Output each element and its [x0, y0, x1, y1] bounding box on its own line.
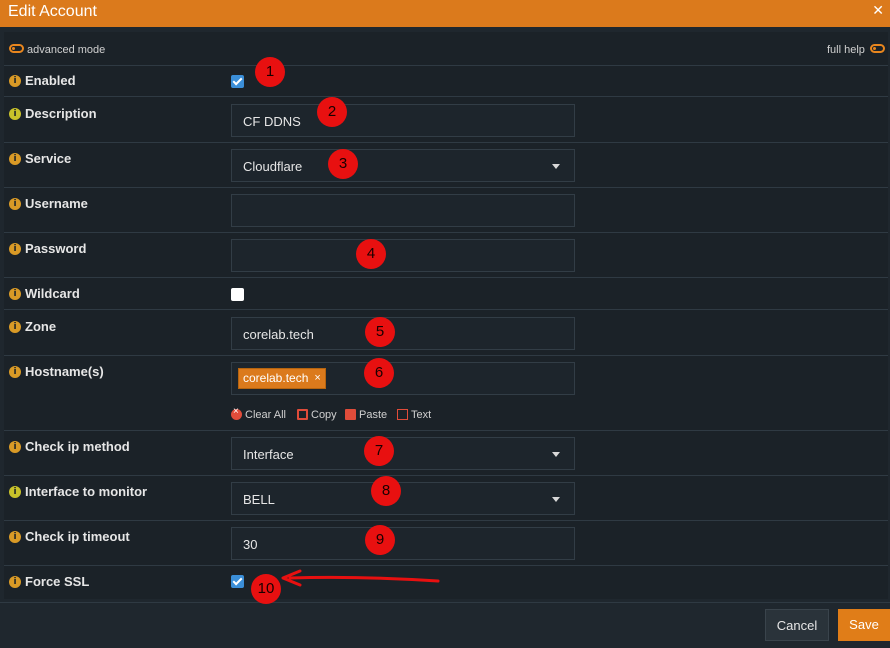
- clear-icon: [231, 406, 242, 420]
- description-label: Description: [25, 106, 97, 121]
- check-ip-method-value: Interface: [243, 447, 294, 462]
- info-icon[interactable]: i: [9, 75, 21, 87]
- info-icon[interactable]: i: [9, 243, 21, 255]
- wildcard-label: Wildcard: [25, 286, 80, 301]
- dialog-title: Edit Account: [8, 3, 97, 20]
- paste-icon: [345, 409, 356, 420]
- advanced-mode-label[interactable]: advanced mode: [27, 44, 105, 56]
- interface-select[interactable]: BELL: [231, 482, 575, 515]
- info-icon[interactable]: i: [9, 441, 21, 453]
- copy-label: Copy: [311, 409, 337, 421]
- remove-tag-icon[interactable]: ×: [314, 369, 320, 388]
- caret-down-icon: [552, 497, 560, 502]
- close-icon[interactable]: ✕: [872, 2, 884, 19]
- caret-down-icon: [552, 452, 560, 457]
- info-icon[interactable]: i: [9, 288, 21, 300]
- dialog-titlebar: Edit Account ✕: [0, 0, 890, 27]
- row-divider: [4, 142, 888, 143]
- info-icon[interactable]: i: [9, 486, 21, 498]
- clear-all-button[interactable]: Clear All: [231, 406, 286, 421]
- info-icon[interactable]: i: [9, 108, 21, 120]
- zone-value: corelab.tech: [243, 327, 314, 342]
- advanced-mode-toggle-icon[interactable]: [9, 44, 24, 53]
- check-ip-method-select[interactable]: Interface: [231, 437, 575, 470]
- force-ssl-checkbox[interactable]: [231, 575, 244, 588]
- annotation-marker: 2: [317, 97, 347, 127]
- service-value: Cloudflare: [243, 159, 303, 174]
- save-button[interactable]: Save: [838, 609, 890, 641]
- full-help-label[interactable]: full help: [827, 44, 865, 56]
- description-value: CF DDNS: [243, 114, 301, 129]
- cancel-button[interactable]: Cancel: [765, 609, 829, 641]
- description-input[interactable]: CF DDNS: [231, 104, 575, 137]
- interface-label: Interface to monitor: [25, 484, 148, 499]
- service-label: Service: [25, 151, 72, 166]
- row-divider: [4, 565, 888, 566]
- zone-label: Zone: [25, 319, 57, 334]
- paste-label: Paste: [359, 409, 388, 421]
- annotation-marker: 8: [371, 476, 401, 506]
- row-divider: [4, 187, 888, 188]
- username-input[interactable]: [231, 194, 575, 227]
- text-button[interactable]: Text: [397, 409, 431, 421]
- row-divider: [4, 96, 888, 97]
- timeout-label: Check ip timeout: [25, 529, 130, 544]
- enabled-label: Enabled: [25, 73, 76, 88]
- username-label: Username: [25, 196, 88, 211]
- hostnames-tag-input[interactable]: corelab.tech ×: [231, 362, 575, 395]
- annotation-marker: 6: [364, 358, 394, 388]
- caret-down-icon: [552, 164, 560, 169]
- annotation-marker: 1: [255, 57, 285, 87]
- row-divider: [4, 232, 888, 233]
- row-divider: [4, 475, 888, 476]
- text-icon: [397, 409, 408, 420]
- hostname-tag-label: corelab.tech: [243, 371, 309, 385]
- row-divider: [4, 520, 888, 521]
- annotation-marker: 10: [251, 574, 281, 604]
- row-divider: [4, 355, 888, 356]
- hostnames-label: Hostname(s): [25, 364, 104, 379]
- full-help-toggle-icon[interactable]: [870, 44, 885, 53]
- timeout-input[interactable]: 30: [231, 527, 575, 560]
- text-label: Text: [411, 409, 432, 421]
- info-icon[interactable]: i: [9, 198, 21, 210]
- row-divider: [4, 430, 888, 431]
- enabled-checkbox[interactable]: [231, 75, 244, 88]
- hostname-tag[interactable]: corelab.tech ×: [238, 368, 326, 389]
- info-icon[interactable]: i: [9, 531, 21, 543]
- copy-icon: [297, 409, 308, 420]
- annotation-marker: 5: [365, 317, 395, 347]
- footer-divider: [0, 602, 890, 603]
- password-label: Password: [25, 241, 87, 256]
- zone-input[interactable]: corelab.tech: [231, 317, 575, 350]
- password-input[interactable]: [231, 239, 575, 272]
- interface-value: BELL: [243, 492, 275, 507]
- annotation-marker: 3: [328, 149, 358, 179]
- info-icon[interactable]: i: [9, 321, 21, 333]
- force-ssl-label: Force SSL: [25, 574, 90, 589]
- wildcard-checkbox[interactable]: [231, 288, 244, 301]
- annotation-marker: 4: [356, 239, 386, 269]
- copy-button[interactable]: Copy: [297, 409, 337, 421]
- service-select[interactable]: Cloudflare: [231, 149, 575, 182]
- info-icon[interactable]: i: [9, 153, 21, 165]
- row-divider: [4, 277, 888, 278]
- row-divider: [4, 65, 888, 66]
- paste-button[interactable]: Paste: [345, 409, 387, 421]
- row-divider: [4, 309, 888, 310]
- info-icon[interactable]: i: [9, 366, 21, 378]
- annotation-marker: 7: [364, 436, 394, 466]
- annotation-marker: 9: [365, 525, 395, 555]
- timeout-value: 30: [243, 537, 258, 552]
- check-ip-method-label: Check ip method: [25, 439, 130, 454]
- clear-all-label: Clear All: [245, 409, 286, 421]
- info-icon[interactable]: i: [9, 576, 21, 588]
